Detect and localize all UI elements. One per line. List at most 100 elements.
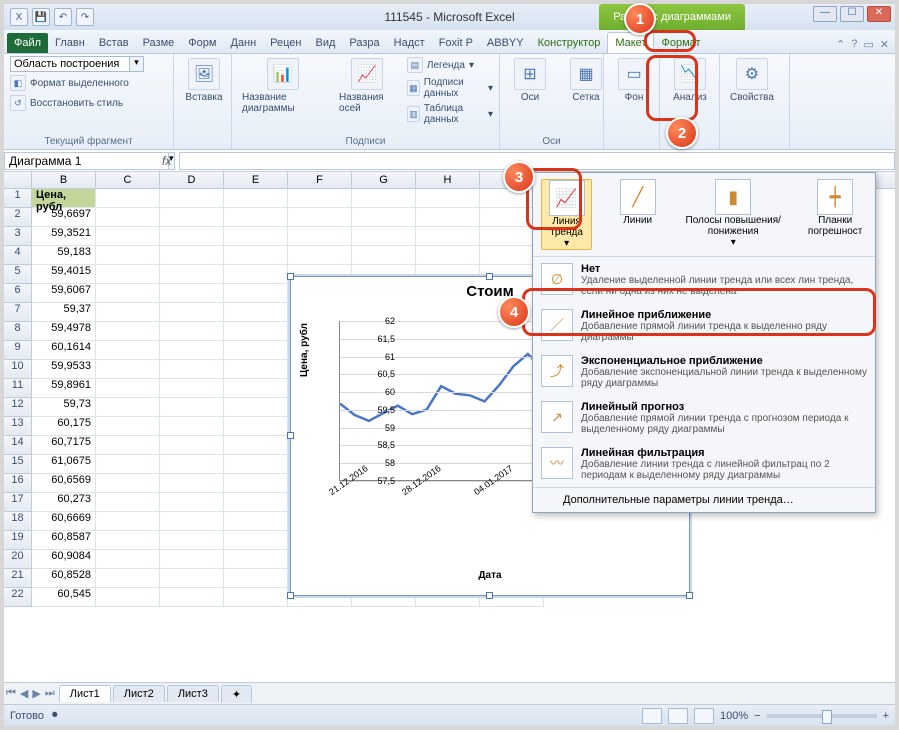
col-D[interactable]: D bbox=[160, 172, 224, 188]
tab-foxit[interactable]: Foxit P bbox=[432, 33, 480, 53]
help-icon[interactable]: ? bbox=[851, 38, 857, 51]
cell[interactable]: 60,1614 bbox=[32, 341, 96, 360]
trend-opt-none[interactable]: ∅НетУдаление выделенной линии тренда или… bbox=[533, 257, 875, 303]
format-selection-button[interactable]: ◧Формат выделенного bbox=[10, 74, 129, 92]
sheet-tab-2[interactable]: Лист2 bbox=[113, 685, 165, 702]
formula-input[interactable] bbox=[179, 152, 895, 170]
col-B[interactable]: B bbox=[32, 172, 96, 188]
tab-insert[interactable]: Встав bbox=[92, 33, 136, 53]
row-header[interactable]: 14 bbox=[4, 436, 32, 455]
properties-button[interactable]: ⚙Свойства bbox=[726, 56, 778, 105]
tab-formulas[interactable]: Форм bbox=[181, 33, 223, 53]
view-pagebreak-icon[interactable] bbox=[694, 708, 714, 724]
cell[interactable]: 59,4978 bbox=[32, 322, 96, 341]
row-header[interactable]: 16 bbox=[4, 474, 32, 493]
cell[interactable]: 60,9084 bbox=[32, 550, 96, 569]
ribbon-minimize-icon[interactable]: ⌃ bbox=[836, 38, 845, 51]
legend-button[interactable]: ▤Легенда ▾ bbox=[407, 56, 493, 74]
row-header[interactable]: 19 bbox=[4, 531, 32, 550]
sheet-nav-first[interactable]: ⏮ bbox=[4, 687, 18, 700]
close-button[interactable]: ✕ bbox=[867, 6, 891, 22]
cell[interactable]: 59,183 bbox=[32, 246, 96, 265]
redo-icon[interactable]: ↷ bbox=[76, 8, 94, 26]
row-header[interactable]: 17 bbox=[4, 493, 32, 512]
row-header[interactable]: 18 bbox=[4, 512, 32, 531]
col-E[interactable]: E bbox=[224, 172, 288, 188]
analysis-button[interactable]: 📉Анализ bbox=[666, 56, 714, 105]
cell[interactable]: 60,6669 bbox=[32, 512, 96, 531]
row-header[interactable]: 1 bbox=[4, 189, 32, 208]
zoom-out-icon[interactable]: − bbox=[754, 710, 760, 722]
col-C[interactable]: C bbox=[96, 172, 160, 188]
tab-data[interactable]: Данн bbox=[223, 33, 263, 53]
data-table-button[interactable]: ▥Таблица данных ▾ bbox=[407, 102, 493, 126]
sheet-nav-prev[interactable]: ◀ bbox=[18, 687, 30, 700]
tab-chart-design[interactable]: Конструктор bbox=[531, 33, 608, 53]
cell[interactable]: 59,4015 bbox=[32, 265, 96, 284]
cell[interactable]: 59,8961 bbox=[32, 379, 96, 398]
cell[interactable]: 60,8528 bbox=[32, 569, 96, 588]
chart-element-selector[interactable]: ▾ bbox=[10, 56, 144, 72]
tab-abbyy[interactable]: ABBYY bbox=[480, 33, 531, 53]
row-header[interactable]: 10 bbox=[4, 360, 32, 379]
name-box[interactable]: ▾ bbox=[4, 152, 154, 170]
row-header[interactable]: 21 bbox=[4, 569, 32, 588]
cell[interactable]: 60,175 bbox=[32, 417, 96, 436]
trend-opt-linear[interactable]: ／Линейное приближениеДобавление прямой л… bbox=[533, 303, 875, 349]
reset-style-button[interactable]: ↺Восстановить стиль bbox=[10, 94, 123, 112]
col-F[interactable]: F bbox=[288, 172, 352, 188]
sheet-tab-1[interactable]: Лист1 bbox=[59, 685, 111, 702]
col-H[interactable]: H bbox=[416, 172, 480, 188]
row-header[interactable]: 8 bbox=[4, 322, 32, 341]
undo-icon[interactable]: ↶ bbox=[54, 8, 72, 26]
trend-opt-movingavg[interactable]: 〰Линейная фильтрацияДобавление линии тре… bbox=[533, 441, 875, 487]
cell[interactable]: 60,7175 bbox=[32, 436, 96, 455]
cell[interactable]: 59,37 bbox=[32, 303, 96, 322]
row-header[interactable]: 13 bbox=[4, 417, 32, 436]
trend-opt-exponential[interactable]: ⤴Экспоненциальное приближениеДобавление … bbox=[533, 349, 875, 395]
updown-bars-button[interactable]: ▮Полосы повышения/понижения ▾ bbox=[683, 179, 783, 250]
maximize-button[interactable]: ☐ bbox=[840, 6, 864, 22]
row-header[interactable]: 4 bbox=[4, 246, 32, 265]
new-sheet-button[interactable]: ✦ bbox=[221, 685, 252, 703]
sheet-tab-3[interactable]: Лист3 bbox=[167, 685, 219, 702]
fx-label[interactable]: fx bbox=[154, 154, 179, 168]
axes-button[interactable]: ⊞Оси bbox=[506, 56, 554, 105]
sheet-nav-last[interactable]: ⏭ bbox=[43, 687, 57, 700]
cell[interactable]: 60,273 bbox=[32, 493, 96, 512]
trend-opt-forecast[interactable]: ↗Линейный прогнозДобавление прямой линии… bbox=[533, 395, 875, 441]
row-header[interactable]: 9 bbox=[4, 341, 32, 360]
tab-home[interactable]: Главн bbox=[48, 33, 92, 53]
cell[interactable]: 60,8587 bbox=[32, 531, 96, 550]
row-header[interactable]: 11 bbox=[4, 379, 32, 398]
zoom-slider[interactable] bbox=[767, 714, 877, 718]
row-header[interactable]: 5 bbox=[4, 265, 32, 284]
insert-button[interactable]: 🖼Вставка bbox=[180, 56, 228, 105]
tab-pagelayout[interactable]: Разме bbox=[136, 33, 182, 53]
save-icon[interactable]: 💾 bbox=[32, 8, 50, 26]
macro-record-icon[interactable]: ⏺ bbox=[52, 709, 58, 722]
row-header[interactable]: 3 bbox=[4, 227, 32, 246]
tab-addins[interactable]: Надст bbox=[387, 33, 432, 53]
trendline-button[interactable]: 📈Линия тренда ▾ bbox=[541, 179, 592, 250]
row-header[interactable]: 15 bbox=[4, 455, 32, 474]
background-button[interactable]: ▭Фон bbox=[610, 56, 658, 105]
cell[interactable]: 61,0675 bbox=[32, 455, 96, 474]
view-pagelayout-icon[interactable] bbox=[668, 708, 688, 724]
tab-review[interactable]: Рецен bbox=[263, 33, 308, 53]
cell[interactable]: 60,6569 bbox=[32, 474, 96, 493]
select-all-corner[interactable] bbox=[4, 172, 32, 188]
tab-chart-format[interactable]: Формат bbox=[654, 33, 707, 53]
lines-button[interactable]: ╱Линии bbox=[612, 179, 663, 250]
trend-more-options[interactable]: Дополнительные параметры линии тренда… bbox=[533, 487, 875, 512]
chart-title-button[interactable]: 📊Название диаграммы bbox=[238, 56, 327, 116]
row-header[interactable]: 7 bbox=[4, 303, 32, 322]
minimize-button[interactable]: — bbox=[813, 6, 837, 22]
axis-titles-button[interactable]: 📈Названия осей bbox=[335, 56, 399, 116]
doc-restore-icon[interactable]: ▭ bbox=[863, 38, 873, 51]
doc-close-icon[interactable]: ✕ bbox=[880, 38, 889, 51]
tab-file[interactable]: Файл bbox=[7, 33, 48, 53]
tab-developer[interactable]: Разра bbox=[342, 33, 386, 53]
tab-view[interactable]: Вид bbox=[309, 33, 343, 53]
cell[interactable]: 59,73 bbox=[32, 398, 96, 417]
